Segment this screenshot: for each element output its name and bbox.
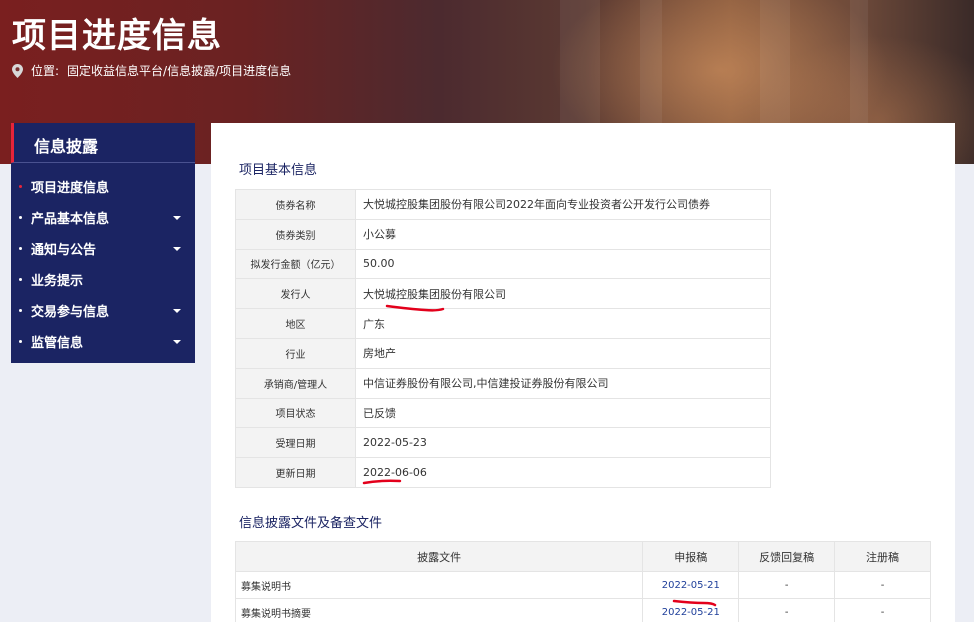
page-title: 项目进度信息 xyxy=(12,16,222,56)
field-value: 50.00 xyxy=(355,248,771,280)
bullet-icon xyxy=(19,247,22,250)
field-value: 房地产 xyxy=(355,337,771,369)
section-title-basic-info: 项目基本信息 xyxy=(239,163,318,178)
field-label: 受理日期 xyxy=(235,427,356,459)
sidebar-item-business-tips[interactable]: 业务提示 xyxy=(11,264,195,295)
register-cell: - xyxy=(834,571,931,599)
sidebar-item-label: 业务提示 xyxy=(31,274,84,289)
field-label: 地区 xyxy=(235,308,356,339)
sidebar-item-label: 通知与公告 xyxy=(31,243,97,258)
file-name: 募集说明书 xyxy=(234,571,644,599)
table-row: 募集说明书 2022-05-21 - - xyxy=(234,571,931,599)
sidebar-item-notices[interactable]: 通知与公告 xyxy=(11,233,195,264)
bullet-icon xyxy=(19,340,22,343)
feedback-cell: - xyxy=(738,598,836,622)
table-header-row: 披露文件 申报稿 反馈回复稿 注册稿 xyxy=(234,541,931,572)
breadcrumb-path[interactable]: 固定收益信息平台/信息披露/项目进度信息 xyxy=(67,62,291,79)
section-title-files: 信息披露文件及备查文件 xyxy=(239,516,383,531)
declare-link[interactable]: 2022-05-21 xyxy=(662,607,720,618)
column-header: 披露文件 xyxy=(234,541,644,572)
table-row: 募集说明书摘要 2022-05-21 - - xyxy=(234,598,931,622)
field-label: 债券类别 xyxy=(235,218,356,250)
table-row: 拟发行金额（亿元） 50.00 xyxy=(235,248,771,280)
main-content: 项目基本信息 债券名称 大悦城控股集团股份有限公司2022年面向专业投资者公开发… xyxy=(211,123,955,622)
field-label: 项目状态 xyxy=(235,397,356,429)
table-row: 受理日期 2022-05-23 xyxy=(235,427,771,459)
disclosure-files-table: 披露文件 申报稿 反馈回复稿 注册稿 募集说明书 2022-05-21 - - … xyxy=(234,541,931,622)
bullet-icon xyxy=(19,185,22,188)
declare-cell: 2022-05-21 xyxy=(642,598,740,622)
caret-down-icon xyxy=(173,216,181,220)
sidebar-item-label: 产品基本信息 xyxy=(31,212,110,227)
field-value: 大悦城控股集团股份有限公司 xyxy=(355,278,771,310)
field-value: 2022-05-23 xyxy=(355,427,771,459)
table-row: 更新日期 2022-06-06 xyxy=(235,457,771,488)
sidebar-title: 信息披露 xyxy=(11,123,195,163)
bullet-icon xyxy=(19,216,22,219)
sidebar-item-trading-participants[interactable]: 交易参与信息 xyxy=(11,295,195,326)
field-label: 行业 xyxy=(235,337,356,369)
sidebar-item-label: 项目进度信息 xyxy=(31,181,110,196)
declare-link[interactable]: 2022-05-21 xyxy=(662,580,720,591)
table-row: 发行人 大悦城控股集团股份有限公司 xyxy=(235,278,771,310)
map-pin-icon xyxy=(12,63,23,78)
field-label: 更新日期 xyxy=(235,457,356,488)
sidebar-item-product-info[interactable]: 产品基本信息 xyxy=(11,202,195,233)
field-value: 中信证券股份有限公司,中信建投证券股份有限公司 xyxy=(355,367,771,399)
field-label: 拟发行金额（亿元） xyxy=(235,248,356,280)
caret-down-icon xyxy=(173,247,181,251)
field-label: 承销商/管理人 xyxy=(235,367,356,399)
basic-info-table: 债券名称 大悦城控股集团股份有限公司2022年面向专业投资者公开发行公司债券 债… xyxy=(235,189,771,488)
field-value: 大悦城控股集团股份有限公司2022年面向专业投资者公开发行公司债券 xyxy=(355,189,771,220)
feedback-cell: - xyxy=(738,571,836,599)
table-row: 行业 房地产 xyxy=(235,337,771,369)
table-row: 债券名称 大悦城控股集团股份有限公司2022年面向专业投资者公开发行公司债券 xyxy=(235,189,771,220)
sidebar-item-label: 交易参与信息 xyxy=(31,305,110,320)
caret-down-icon xyxy=(173,309,181,313)
table-row: 承销商/管理人 中信证券股份有限公司,中信建投证券股份有限公司 xyxy=(235,367,771,399)
breadcrumb: 位置: 固定收益信息平台/信息披露/项目进度信息 xyxy=(12,62,291,79)
field-value: 已反馈 xyxy=(355,397,771,429)
bullet-icon xyxy=(19,278,22,281)
bullet-icon xyxy=(19,309,22,312)
table-row: 债券类别 小公募 xyxy=(235,218,771,250)
column-header: 申报稿 xyxy=(642,541,740,572)
sidebar-item-regulation[interactable]: 监管信息 xyxy=(11,326,195,357)
sidebar: 信息披露 项目进度信息 产品基本信息 通知与公告 业务提示 交易参与信息 监管信… xyxy=(11,123,195,363)
declare-cell: 2022-05-21 xyxy=(642,571,740,599)
sidebar-item-project-progress[interactable]: 项目进度信息 xyxy=(11,171,195,202)
field-label: 债券名称 xyxy=(235,189,356,220)
field-value: 小公募 xyxy=(355,218,771,250)
column-header: 反馈回复稿 xyxy=(738,541,836,572)
field-value: 广东 xyxy=(355,308,771,339)
file-name: 募集说明书摘要 xyxy=(234,598,644,622)
caret-down-icon xyxy=(173,340,181,344)
sidebar-item-label: 监管信息 xyxy=(31,336,84,351)
column-header: 注册稿 xyxy=(834,541,931,572)
table-row: 项目状态 已反馈 xyxy=(235,397,771,429)
table-row: 地区 广东 xyxy=(235,308,771,339)
location-label: 位置: xyxy=(31,64,60,78)
field-value: 2022-06-06 xyxy=(355,457,771,488)
field-label: 发行人 xyxy=(235,278,356,310)
register-cell: - xyxy=(834,598,931,622)
